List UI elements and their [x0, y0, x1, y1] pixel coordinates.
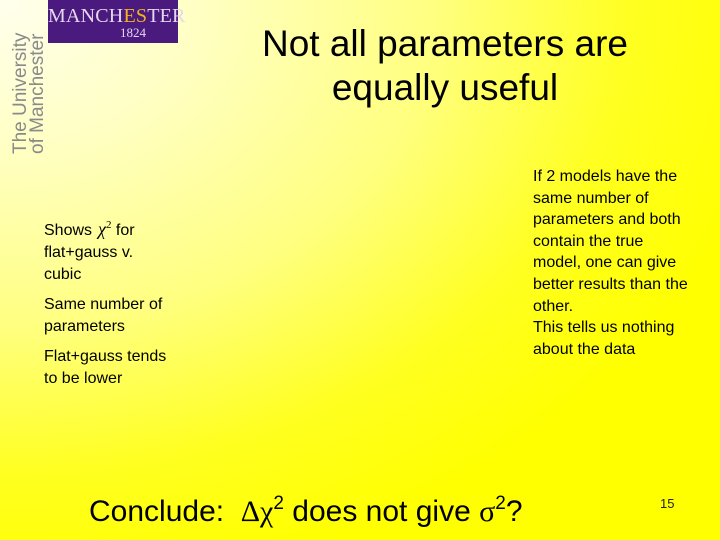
left-paragraph-3: Flat+gauss tends to be lower — [44, 348, 167, 387]
logo-year: 1824 — [120, 25, 146, 40]
conclusion-label: Conclude: — [89, 495, 225, 528]
title-line-2: equally useful — [331, 67, 559, 108]
left-paragraph-2: Same number of parameters — [44, 296, 163, 335]
delta-chi-symbol: Δχ — [240, 495, 274, 528]
university-vertical-text: The University of Manchester — [10, 33, 48, 154]
page-number: 15 — [660, 496, 675, 511]
conclusion-middle: does not give — [283, 495, 480, 528]
logo-word-suffix: TER — [147, 5, 186, 27]
logo-word-prefix: MANCH — [48, 5, 124, 27]
title-line-1: Not all parameters are — [261, 23, 629, 64]
left-paragraph-1: Shows χ2 for flat+gauss v. cubic — [44, 214, 169, 286]
right-text-block: If 2 models have the same number of para… — [533, 166, 693, 360]
sigma-symbol: σ — [479, 495, 496, 528]
univ-line-2: of Manchester — [27, 33, 48, 154]
chi-symbol: χ2 — [98, 219, 111, 239]
slide-title: Not all parameters are equally useful — [230, 22, 660, 110]
logo-word-highlight: ES — [123, 5, 148, 27]
conclusion-line: Conclude: Δχ2 does not give σ2? — [89, 484, 523, 532]
logo-wordmark: MANCHESTER — [48, 5, 185, 27]
right-paragraph-1: If 2 models have the same number of para… — [533, 168, 688, 315]
right-paragraph-2: This tells us nothing about the data — [533, 319, 675, 358]
delta-chi-superscript: 2 — [273, 493, 284, 514]
university-logo: MANCHESTER 1824 — [48, 0, 185, 43]
left-text-block: Shows χ2 for flat+gauss v. cubic Same num… — [44, 214, 169, 398]
p1-prefix: Shows — [44, 222, 93, 239]
chi-glyph: χ — [98, 219, 106, 239]
conclusion-end: ? — [505, 495, 523, 528]
sigma-superscript: 2 — [495, 493, 506, 514]
chi-superscript: 2 — [105, 219, 112, 231]
